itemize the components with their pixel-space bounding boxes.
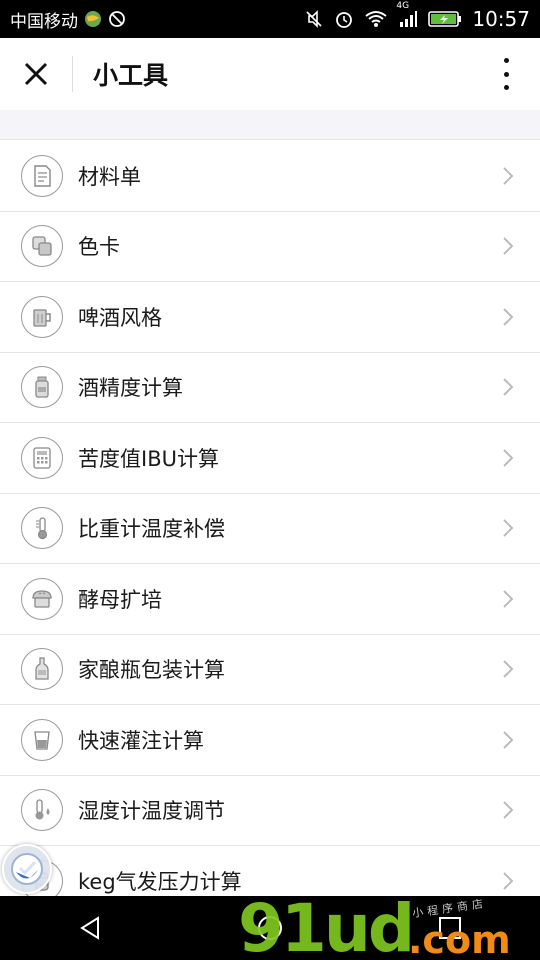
chevron-right-icon: [503, 167, 514, 185]
list-item-label: 色卡: [78, 235, 120, 260]
list-item-label: 酒精度计算: [78, 376, 183, 401]
chevron-right-icon: [503, 308, 514, 326]
clock: 10:57: [472, 7, 530, 31]
list-item-materials[interactable]: 材料单: [0, 141, 540, 212]
back-nav-icon[interactable]: [76, 914, 104, 942]
thermometer-icon: [21, 507, 63, 550]
list-item-label: 酵母扩培: [78, 587, 162, 612]
document-icon: [21, 154, 63, 197]
list-item-bottling-calc[interactable]: 家酿瓶包装计算: [0, 634, 540, 705]
list-item-yeast-starter[interactable]: 酵母扩培: [0, 564, 540, 635]
header: 小工具: [0, 38, 540, 110]
list-item-hydrometer-temp[interactable]: 比重计温度补偿: [0, 493, 540, 564]
list-item-label: 快速灌注计算: [78, 728, 204, 753]
calculator-icon: [21, 436, 63, 479]
beer-mug-icon: [21, 295, 63, 338]
close-button[interactable]: [0, 38, 72, 110]
list-item-label: 材料单: [78, 164, 141, 189]
list-item-label: 啤酒风格: [78, 305, 162, 330]
more-button[interactable]: [494, 56, 518, 92]
alarm-icon: [334, 9, 354, 29]
battery-icon: [428, 10, 462, 28]
list-item-label: keg气发压力计算: [78, 869, 242, 894]
chevron-right-icon: [503, 449, 514, 467]
chevron-right-icon: [503, 378, 514, 396]
globe-icon: [84, 10, 102, 28]
bottle-icon: [21, 366, 63, 409]
chevron-right-icon: [503, 801, 514, 819]
more-icon: [503, 58, 509, 63]
list-item-color-card[interactable]: 色卡: [0, 211, 540, 282]
mute-icon: [304, 9, 324, 29]
chevron-right-icon: [503, 660, 514, 678]
list-item-ibu-calc[interactable]: 苦度值IBU计算: [0, 423, 540, 494]
floating-assist-button[interactable]: [2, 844, 52, 894]
section-gap: [0, 110, 540, 140]
list-item-humidity-temp[interactable]: 湿度计温度调节: [0, 775, 540, 846]
chevron-right-icon: [503, 731, 514, 749]
page-title: 小工具: [93, 61, 169, 90]
chevron-right-icon: [503, 237, 514, 255]
thermometer-drop-icon: [21, 789, 63, 832]
color-swatch-icon: [21, 225, 63, 268]
close-icon: [24, 62, 48, 86]
beer-bottle-icon: [21, 648, 63, 691]
list-item-label: 苦度值IBU计算: [78, 446, 219, 471]
carrier-label: 中国移动: [10, 11, 78, 32]
list-item-label: 家酿瓶包装计算: [78, 658, 225, 683]
watermark-domain: .com: [408, 918, 511, 960]
signal-icon: 4G: [396, 1, 418, 29]
network-label: 4G: [396, 1, 410, 11]
chevron-right-icon: [503, 590, 514, 608]
list-item-beer-styles[interactable]: 啤酒风格: [0, 282, 540, 353]
floating-check-icon: [11, 853, 43, 885]
list-item-quick-fill[interactable]: 快速灌注计算: [0, 705, 540, 776]
watermark-logo: 91ud: [238, 890, 415, 960]
list-item-abv-calc[interactable]: 酒精度计算: [0, 352, 540, 423]
list-item-label: 湿度计温度调节: [78, 799, 225, 824]
tool-list: 材料单 色卡 啤酒风格 酒精度计算 苦度值IBU计算 比重计温度补偿 酵母扩培 …: [0, 141, 540, 917]
chevron-right-icon: [503, 872, 514, 890]
status-bar: 中国移动 4G 10:57: [0, 0, 540, 38]
cup-icon: [21, 718, 63, 761]
list-item-label: 比重计温度补偿: [78, 517, 225, 542]
chevron-right-icon: [503, 519, 514, 537]
wifi-icon: [364, 9, 388, 29]
header-divider: [72, 56, 73, 92]
yeast-icon: [21, 577, 63, 620]
blocked-icon: [108, 10, 126, 28]
